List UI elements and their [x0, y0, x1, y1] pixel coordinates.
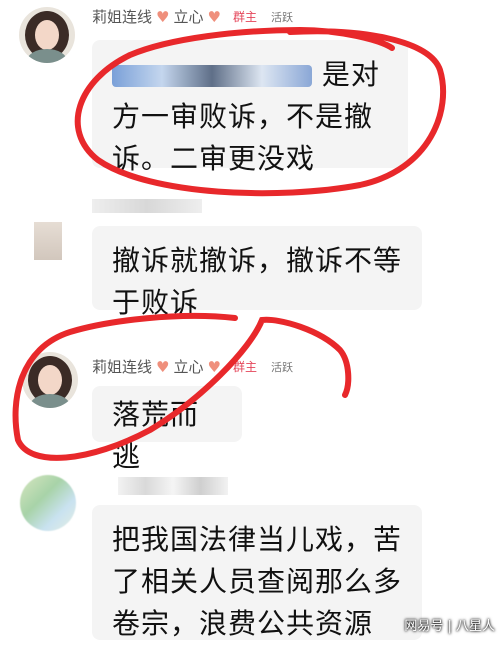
heart-icon: ♥ — [156, 357, 170, 376]
message-bubble[interactable]: 是对 方一审败诉，不是撤 诉。二审更没戏 — [92, 40, 408, 175]
message-line: 卷宗，浪费公共资源 — [112, 607, 374, 640]
redacted-mention — [112, 65, 312, 87]
sender-badge: 立心 — [173, 358, 204, 376]
message-line: 了相关人员查阅那么多 — [112, 565, 403, 598]
heart-icon: ♥ — [207, 7, 221, 26]
message-line: 落荒而逃 — [112, 398, 200, 473]
source-watermark: 网易号 | 八星人 — [404, 619, 495, 634]
message-line: 撤诉就撤诉，撤诉不等 — [112, 244, 403, 277]
message-bubble[interactable]: 撤诉就撤诉，撤诉不等 于败诉 — [92, 226, 422, 319]
heart-icon: ♥ — [156, 7, 170, 26]
sender-name: 莉姐连线 — [92, 358, 153, 376]
active-badge: 活跃 — [270, 10, 293, 24]
message-line: 于败诉 — [112, 286, 200, 319]
sender-name-row: 莉姐连线 ♥ 立心 ♥ 群主 活跃 — [92, 356, 293, 377]
blurred-name — [118, 477, 228, 495]
sender-avatar[interactable] — [22, 352, 78, 408]
sender-name: 莉姐连线 — [92, 8, 153, 26]
message-bubble[interactable]: 落荒而逃 — [92, 386, 242, 473]
chat-screen: 莉姐连线 ♥ 立心 ♥ 群主 活跃 是对 方一审败诉，不是撤 诉。二审更没戏 撤… — [0, 0, 503, 640]
owner-badge: 群主 — [232, 360, 257, 374]
message-line: 方一审败诉，不是撤 — [112, 100, 374, 133]
blurred-name — [92, 199, 202, 213]
sender-name-row: 莉姐连线 ♥ 立心 ♥ 群主 活跃 — [92, 6, 293, 27]
active-badge: 活跃 — [270, 360, 293, 374]
message-line: 把我国法律当儿戏，苦 — [112, 523, 403, 556]
sender-badge: 立心 — [173, 8, 204, 26]
blurred-avatar — [34, 222, 62, 260]
message-line: 是对 — [112, 54, 388, 96]
sender-avatar[interactable] — [20, 475, 76, 531]
owner-badge: 群主 — [232, 10, 257, 24]
message-bubble[interactable]: 把我国法律当儿戏，苦 了相关人员查阅那么多 卷宗，浪费公共资源 — [92, 505, 422, 640]
sender-avatar[interactable] — [19, 7, 75, 63]
heart-icon: ♥ — [207, 357, 221, 376]
message-line: 诉。二审更没戏 — [112, 142, 316, 175]
